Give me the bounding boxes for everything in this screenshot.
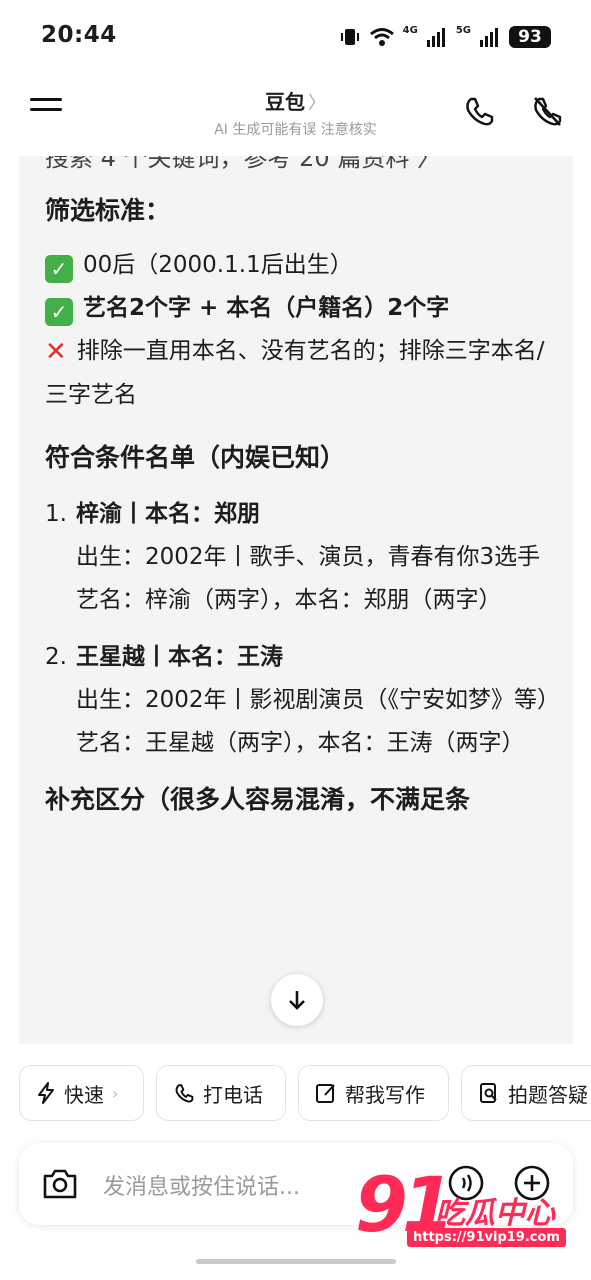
arrow-down-icon [289,991,305,1010]
list-item: 2. 王星越丨本名：王涛 出生：2002年丨影视剧演员（《宁安如梦》等） 艺名：… [45,636,561,765]
message-input[interactable]: 发消息或按住说话... [103,1169,300,1201]
vibrate-icon [340,29,359,45]
list-number: 1. [45,501,67,527]
chat-header: 豆包〉 AI 生成可能有误 注意核实 [0,76,591,156]
lightning-icon [38,1082,54,1104]
check-icon: ✓ [45,255,73,283]
list-number: 2. [45,644,67,670]
criteria-item: ✓ 00后（2000.1.1后出生） [45,244,551,287]
watermark-text: 吃瓜中心 [435,1196,555,1231]
camera-icon[interactable] [41,1165,79,1203]
net-label-5g: 5G [455,25,471,36]
list-item: 1. 梓渝丨本名：郑朋 出生：2002年丨歌手、演员，青春有你3选手 艺名：梓渝… [45,493,551,622]
status-bar: 20:44 4G 5G 93 [0,0,591,76]
quick-action-bar: 快速 › 打电话 帮我写作 拍题答疑 [19,1065,591,1123]
criteria-heading: 筛选标准： [45,196,171,225]
net-label-4g: 4G [402,25,418,36]
home-indicator[interactable] [196,1259,396,1264]
list-heading: 符合条件名单（内娱已知） [45,443,346,472]
edit-icon [316,1084,335,1103]
item-title: 王星越丨本名：王涛 [76,644,283,670]
item-birth: 出生：2002年丨歌手、演员，青春有你3选手 [76,544,541,570]
chat-message-area[interactable]: 搜索 4 个关键词，参考 20 篇资料 〉 筛选标准： ✓ 00后（2000.1.… [19,156,573,1044]
page-title[interactable]: 豆包 [265,90,305,114]
scan-question-icon [480,1083,497,1103]
criteria-item: ✓ 艺名2个字 + 本名（户籍名）2个字 [45,287,551,330]
item-names: 艺名：梓渝（两字），本名：郑朋（两字） [76,587,502,613]
phone-icon[interactable] [462,94,496,128]
wifi-icon [369,28,394,46]
ai-message: 筛选标准： ✓ 00后（2000.1.1后出生） ✓ 艺名2个字 + 本名（户籍名）… [45,192,561,835]
ai-disclaimer: AI 生成可能有误 注意核实 [214,122,377,138]
quick-chip-fast[interactable]: 快速 › [19,1065,144,1121]
scroll-to-bottom-button[interactable] [271,974,323,1026]
watermark-url: https://91vip19.com [407,1228,566,1247]
search-summary[interactable]: 搜索 4 个关键词，参考 20 篇资料 〉 [45,156,441,173]
status-time: 20:44 [41,22,117,48]
cut-section-heading: 补充区分（很多人容易混淆，不满足条 [45,785,471,814]
signal-icon [426,28,445,47]
chevron-right-icon: › [112,1083,119,1103]
title-chevron-icon[interactable]: 〉 [308,93,326,114]
item-title: 梓渝丨本名：郑朋 [76,501,260,527]
check-icon: ✓ [45,298,73,326]
criteria-item: ✕ 排除一直用本名、没有艺名的；排除三字本名/三字艺名 [45,330,551,417]
phone-icon [175,1084,194,1103]
watermark-logo: 91 吃瓜中心 https://91vip19.com [355,1160,585,1260]
signal-icon [480,28,498,47]
battery-indicator: 93 [509,26,551,48]
mute-icon[interactable] [530,94,564,128]
cross-icon: ✕ [45,337,67,367]
quick-chip-photo-question[interactable]: 拍题答疑 [461,1065,591,1121]
quick-chip-call[interactable]: 打电话 [156,1065,286,1121]
status-icons: 4G 5G 93 [339,24,551,50]
quick-chip-writing[interactable]: 帮我写作 [298,1065,449,1121]
item-names: 艺名：王星越（两字），本名：王涛（两字） [76,730,525,756]
item-birth: 出生：2002年丨影视剧演员（《宁安如梦》等） [76,687,561,713]
title-area[interactable]: 豆包〉 AI 生成可能有误 注意核实 [0,86,591,139]
